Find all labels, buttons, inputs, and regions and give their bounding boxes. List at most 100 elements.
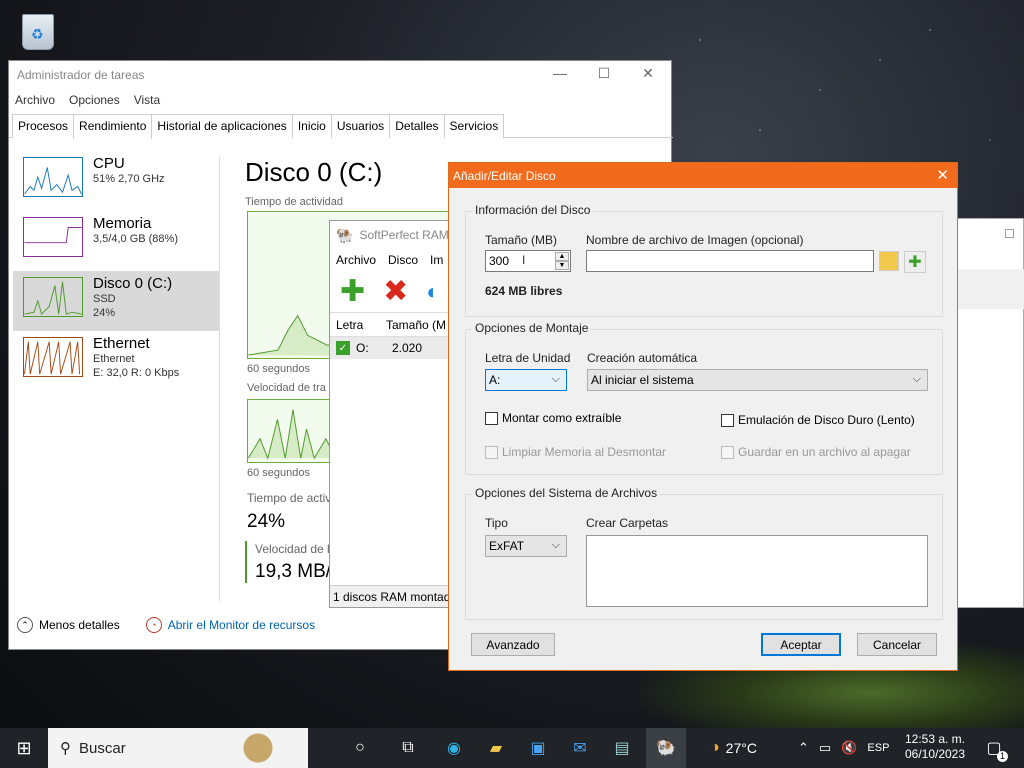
windows-start-icon[interactable]: ⊞ — [12, 736, 36, 760]
sidebar-item-memoria[interactable]: Memoria 3,5/4,0 GB (88%) — [13, 211, 219, 271]
mail-icon[interactable]: ✉ — [568, 736, 592, 760]
taskbar: ⊞ ⚲ Buscar ○ ⧉ ◉ ▰ ▣ ✉ ▤ 🐏 ◑ 27°C ⌃ ▭ 🔇 … — [0, 728, 1024, 768]
create-folders-textarea[interactable] — [586, 535, 928, 607]
size-stepper[interactable]: 300 I ▲ ▼ — [485, 250, 571, 272]
tab-procesos[interactable]: Procesos — [12, 114, 75, 138]
tab-inicio[interactable]: Inicio — [291, 114, 332, 138]
tab-historial[interactable]: Historial de aplicaciones — [151, 114, 293, 138]
disk-mini-graph — [23, 277, 83, 317]
softperfect-taskbar-icon[interactable]: 🐏 — [646, 728, 686, 768]
search-highlight-icon — [240, 732, 300, 764]
auto-create-value: Al iniciar el sistema — [591, 373, 694, 387]
cancel-button[interactable]: Cancelar — [857, 633, 937, 656]
menu-disco[interactable]: Disco — [388, 253, 418, 267]
menu-bar: Archivo Opciones Vista — [9, 89, 671, 111]
auto-create-select[interactable]: Al iniciar el sistema ⌵ — [587, 369, 928, 391]
search-box[interactable]: ⚲ Buscar — [48, 728, 308, 768]
read-speed-value: 19,3 MB/ — [255, 561, 332, 582]
spin-up-icon[interactable]: ▲ — [555, 252, 569, 261]
size-value: 300 — [489, 254, 510, 268]
transfer-label: Velocidad de tra — [247, 382, 326, 394]
cortana-icon[interactable]: ○ — [348, 736, 372, 760]
menu-opciones[interactable]: Opciones — [69, 93, 120, 107]
checkbox-box[interactable] — [721, 413, 734, 427]
tab-usuarios[interactable]: Usuarios — [330, 114, 391, 138]
cpu-mini-graph — [23, 157, 83, 197]
browse-folder-icon[interactable] — [879, 251, 899, 271]
drive-letter-select[interactable]: A: ⌵ — [485, 369, 567, 391]
store-icon[interactable]: ▣ — [526, 736, 550, 760]
weather-widget[interactable]: ◑ 27°C — [710, 728, 757, 768]
active-time-label: Tiempo de activ — [247, 491, 332, 505]
close-button[interactable]: ✕ — [625, 65, 671, 87]
task-manager-taskbar-icon[interactable]: ▤ — [610, 736, 634, 760]
free-space: 624 MB libres — [485, 284, 563, 298]
footer: ⌃ Menos detalles ◔ Abrir el Monitor de r… — [17, 617, 315, 633]
minimize-button[interactable]: — — [537, 65, 583, 87]
clock[interactable]: 12:53 a. m. 06/10/2023 — [900, 732, 970, 762]
network-icon[interactable]: ▭ — [819, 740, 831, 756]
size-spinner[interactable]: ▲ ▼ — [555, 252, 569, 270]
tab-strip: Procesos Rendimiento Historial de aplica… — [9, 114, 673, 139]
resource-monitor-link[interactable]: Abrir el Monitor de recursos — [168, 618, 315, 632]
menu-vista[interactable]: Vista — [134, 93, 160, 107]
sidebar-item-disco[interactable]: Disco 0 (C:) SSD 24% — [13, 271, 219, 331]
memory-label: Memoria — [93, 215, 152, 232]
checkbox-box[interactable] — [485, 411, 498, 425]
chevron-up-icon[interactable]: ⌃ — [798, 740, 809, 756]
menu-imagen[interactable]: Im — [430, 253, 443, 267]
window-title: SoftPerfect RAM — [359, 228, 449, 242]
tab-rendimiento[interactable]: Rendimiento — [73, 114, 153, 139]
title-bar: 🐏 SoftPerfect RAM — [330, 221, 458, 249]
add-disk-icon[interactable]: ✚ — [340, 274, 365, 309]
softperfect-ram-window: 🐏 SoftPerfect RAM Archivo Disco Im ✚ ✖ ◐… — [329, 220, 460, 608]
disk-info-label: Información del Disco — [472, 203, 594, 217]
sidebar-item-ethernet[interactable]: Ethernet Ethernet E: 32,0 R: 0 Kbps — [13, 331, 219, 391]
volume-muted-icon[interactable]: 🔇 — [841, 740, 857, 756]
col-letra[interactable]: Letra — [330, 318, 380, 332]
tab-servicios[interactable]: Servicios — [443, 114, 505, 138]
menu-archivo[interactable]: Archivo — [336, 253, 376, 267]
maximize-icon[interactable]: ☐ — [1004, 227, 1015, 241]
recycle-bin-icon[interactable]: ♻ — [18, 8, 58, 54]
edge-icon[interactable]: ◉ — [442, 736, 466, 760]
search-icon: ⚲ — [60, 740, 71, 757]
maximize-button[interactable]: ☐ — [581, 65, 627, 87]
performance-sidebar: CPU 51% 2,70 GHz Memoria 3,5/4,0 GB (88%… — [13, 151, 219, 391]
clock-date: 06/10/2023 — [904, 747, 966, 761]
fs-type-select[interactable]: ExFAT ⌵ — [485, 535, 567, 557]
transfer-graph — [247, 399, 337, 463]
file-explorer-icon[interactable]: ▰ — [484, 736, 508, 760]
less-details-link[interactable]: Menos detalles — [39, 618, 120, 632]
system-tray: ⌃ ▭ 🔇 ESP — [798, 728, 889, 768]
checkbox-box — [721, 445, 734, 459]
sidebar-item-cpu[interactable]: CPU 51% 2,70 GHz — [13, 151, 219, 211]
transfer-time-axis: 60 segundos — [247, 467, 310, 479]
size-label: Tamaño (MB) — [485, 233, 558, 247]
hdd-emulation-checkbox[interactable]: Emulación de Disco Duro (Lento) — [721, 413, 915, 427]
chevron-up-icon[interactable]: ⌃ — [17, 617, 33, 633]
notification-icon[interactable]: ▢ 1 — [982, 736, 1008, 762]
add-image-icon[interactable]: ✚ — [904, 251, 926, 273]
image-file-input[interactable] — [586, 250, 874, 272]
accept-button[interactable]: Aceptar — [761, 633, 841, 656]
remove-disk-icon[interactable]: ✖ — [383, 274, 408, 309]
active-time-value: 24% — [247, 511, 286, 532]
table-row[interactable]: ✓ O: 2.020 — [330, 337, 458, 359]
memory-mini-graph — [23, 217, 83, 257]
task-view-icon[interactable]: ⧉ — [396, 736, 420, 760]
ethernet-throughput: E: 32,0 R: 0 Kbps — [93, 367, 180, 379]
menu-archivo[interactable]: Archivo — [15, 93, 55, 107]
close-icon[interactable]: ✕ — [936, 166, 949, 184]
add-edit-disk-dialog: Añadir/Editar Disco ✕ Información del Di… — [448, 162, 958, 671]
mount-removable-checkbox[interactable]: Montar como extraíble — [485, 411, 621, 425]
spin-down-icon[interactable]: ▼ — [555, 261, 569, 270]
cpu-label: CPU — [93, 155, 125, 172]
chevron-down-icon: ⌵ — [912, 373, 921, 385]
refresh-icon[interactable]: ◐ — [426, 279, 439, 305]
row-letter: O: — [356, 341, 369, 355]
tab-detalles[interactable]: Detalles — [389, 114, 445, 138]
language-indicator[interactable]: ESP — [867, 742, 889, 754]
col-tamano[interactable]: Tamaño (M — [380, 318, 446, 332]
advanced-button[interactable]: Avanzado — [471, 633, 555, 656]
